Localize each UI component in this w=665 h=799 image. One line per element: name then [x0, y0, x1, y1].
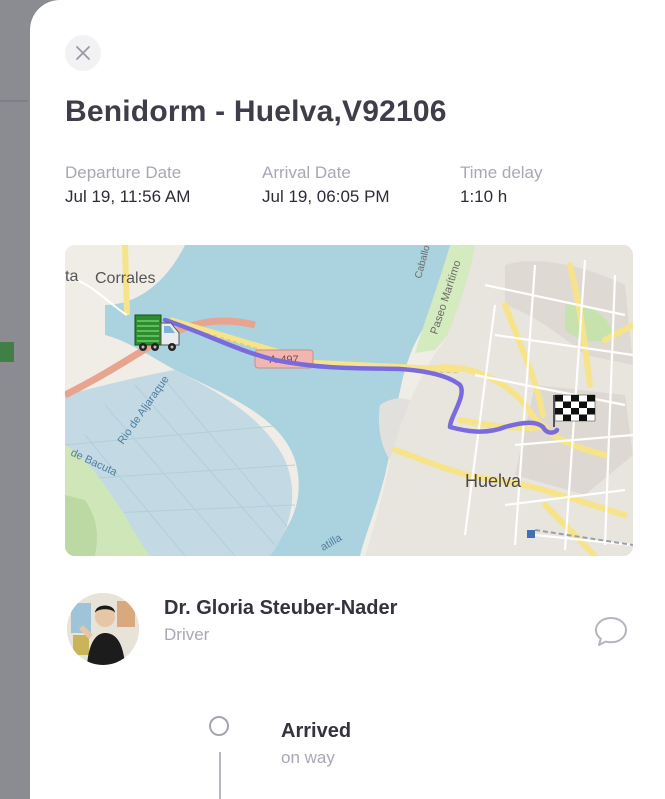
driver-avatar[interactable] — [67, 593, 139, 665]
arrival-date-value: Jul 19, 06:05 PM — [262, 187, 390, 206]
driver-role: Driver — [164, 625, 210, 644]
arrival-date-label: Arrival Date — [262, 163, 351, 182]
departure-date-label: Departure Date — [65, 163, 182, 182]
timeline-status-subtitle: on way — [281, 748, 335, 767]
time-delay-value: 1:10 h — [460, 187, 508, 206]
departure-date: Departure Date Jul 19, 11:56 AM — [65, 163, 190, 207]
map-label-corrales: Corrales — [95, 270, 155, 287]
arrival-date: Arrival Date Jul 19, 06:05 PM — [262, 163, 390, 207]
close-button[interactable] — [65, 35, 101, 71]
chat-button[interactable] — [593, 613, 629, 649]
timeline-status-title: Arrived — [281, 720, 352, 742]
station-marker — [527, 530, 535, 538]
map-label-ta: ta — [65, 268, 78, 285]
shipment-detail-panel: Benidorm - Huelva,V92106 Departure Date … — [30, 0, 665, 799]
timeline-connector — [219, 752, 221, 799]
time-delay: Time delay 1:10 h — [460, 163, 543, 207]
route-map[interactable]: A-497 Corrales ta Huelva Rio de Aljaraqu… — [65, 245, 633, 556]
map-canvas[interactable]: A-497 Corrales ta Huelva Rio de Aljaraqu… — [65, 245, 633, 556]
time-delay-label: Time delay — [460, 163, 543, 182]
map-label-huelva: Huelva — [465, 471, 522, 491]
close-icon — [76, 46, 90, 60]
timeline-node — [209, 716, 229, 736]
backdrop-marker — [0, 342, 14, 362]
driver-name: Dr. Gloria Steuber-Nader — [164, 597, 398, 619]
departure-date-value: Jul 19, 11:56 AM — [65, 187, 191, 206]
shipment-title: Benidorm - Huelva,V92106 — [65, 95, 447, 128]
chat-bubble-icon — [595, 617, 627, 646]
avatar-image — [67, 593, 139, 665]
backdrop-divider — [0, 100, 28, 102]
